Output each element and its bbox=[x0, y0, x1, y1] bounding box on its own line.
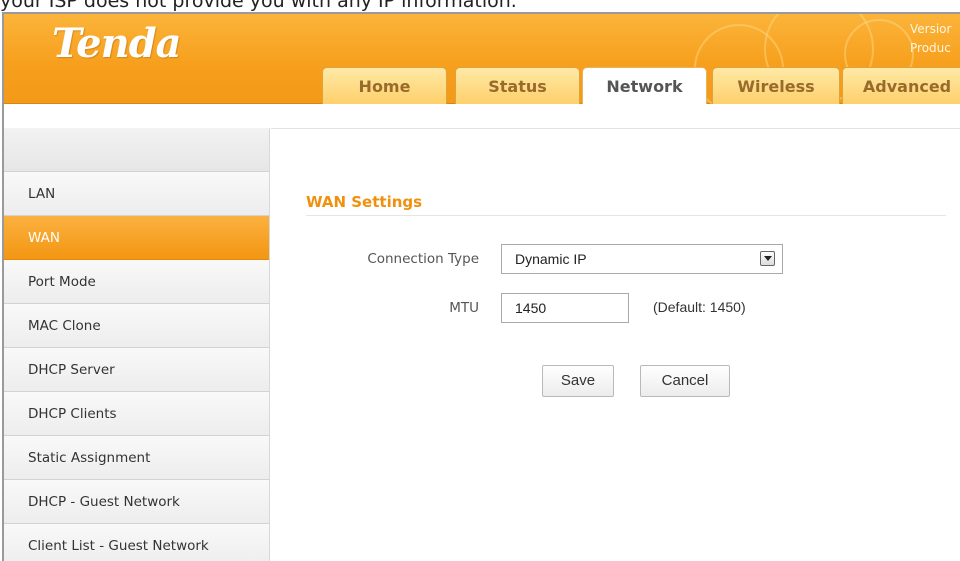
save-button[interactable]: Save bbox=[542, 365, 614, 397]
connection-type-select[interactable]: Dynamic IP bbox=[501, 244, 783, 274]
sidebar-item-static-assignment[interactable]: Static Assignment bbox=[4, 436, 269, 480]
sidebar-item-dhcp-clients[interactable]: DHCP Clients bbox=[4, 392, 269, 436]
mtu-default-hint: (Default: 1450) bbox=[653, 299, 746, 315]
connection-type-label: Connection Type bbox=[367, 251, 479, 267]
tab-advanced[interactable]: Advanced bbox=[842, 67, 960, 104]
sidebar-item-mac-clone[interactable]: MAC Clone bbox=[4, 304, 269, 348]
main-nav-tabs: Home Status Network Wireless Advanced bbox=[4, 67, 960, 105]
section-title: WAN Settings bbox=[306, 193, 423, 211]
tenda-logo: Tenda bbox=[52, 20, 182, 67]
connection-type-value: Dynamic IP bbox=[515, 251, 587, 267]
main-panel: WAN Settings Connection Type Dynamic IP … bbox=[271, 128, 960, 561]
tab-network[interactable]: Network bbox=[582, 67, 707, 105]
tab-wireless[interactable]: Wireless bbox=[712, 67, 840, 104]
chevron-down-icon[interactable] bbox=[760, 251, 775, 266]
tab-status[interactable]: Status bbox=[455, 67, 580, 104]
sidebar-item-dhcp-server[interactable]: DHCP Server bbox=[4, 348, 269, 392]
product-label: Produc bbox=[910, 41, 951, 55]
sidebar-item-lan[interactable]: LAN bbox=[4, 172, 269, 216]
router-admin-window: Tenda Versior Produc Home Status Network… bbox=[2, 12, 960, 561]
sidebar-item-dhcp-guest-network[interactable]: DHCP - Guest Network bbox=[4, 480, 269, 524]
sidebar-item-client-list-guest-network[interactable]: Client List - Guest Network bbox=[4, 524, 269, 561]
sidebar-item-port-mode[interactable]: Port Mode bbox=[4, 260, 269, 304]
content-area: LAN WAN Port Mode MAC Clone DHCP Server … bbox=[4, 104, 960, 561]
header-bar: Tenda Versior Produc Home Status Network… bbox=[4, 14, 960, 114]
mtu-input[interactable]: 1450 bbox=[501, 293, 629, 323]
cancel-button[interactable]: Cancel bbox=[640, 365, 730, 397]
version-label: Versior bbox=[910, 22, 952, 36]
sidebar-item-wan[interactable]: WAN bbox=[4, 216, 269, 260]
section-divider bbox=[306, 215, 946, 216]
mtu-label: MTU bbox=[449, 300, 479, 316]
sidebar-header bbox=[4, 128, 269, 172]
tab-home[interactable]: Home bbox=[322, 67, 447, 104]
sidebar-menu: LAN WAN Port Mode MAC Clone DHCP Server … bbox=[4, 128, 270, 561]
version-info: Versior Produc bbox=[910, 20, 960, 58]
